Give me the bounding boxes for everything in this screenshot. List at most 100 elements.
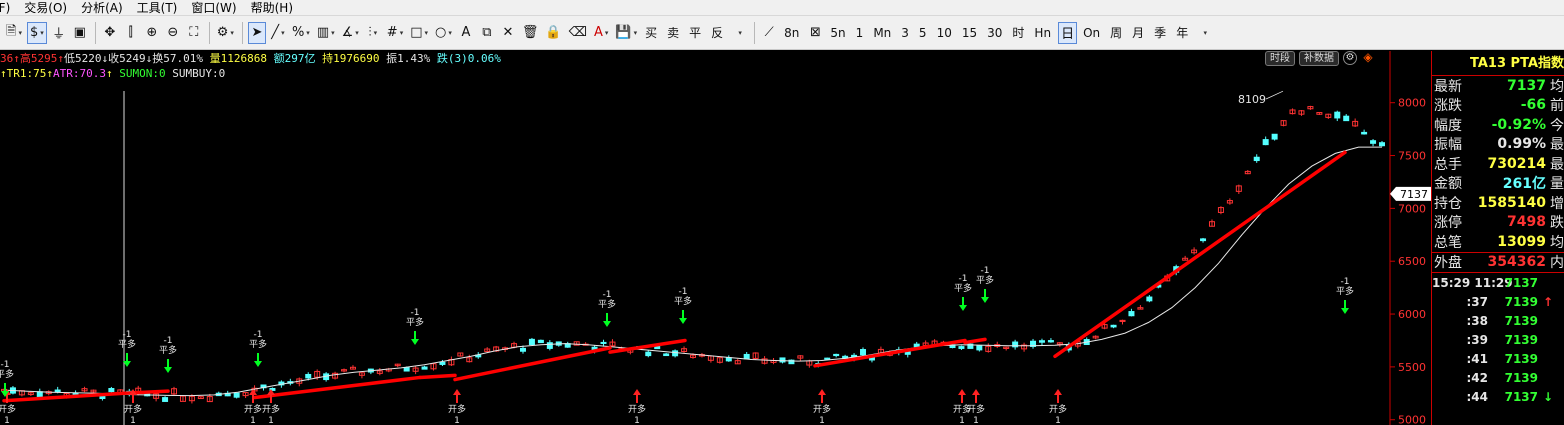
period-day[interactable]: 日 — [1058, 21, 1078, 44]
kline-chart[interactable]: 5000550060006500700075008000开多1开多1开多1开多1… — [0, 51, 1431, 425]
rectangle-icon[interactable]: □ ▾ — [408, 22, 430, 44]
percent-icon[interactable]: % ▾ — [290, 22, 312, 44]
tick-price: 7137 — [1504, 389, 1538, 404]
quote-row: 持仓 1585140 增 — [1432, 193, 1564, 213]
period-week[interactable]: 周 — [1107, 24, 1125, 41]
quote-row: 总手 730214 最 — [1432, 154, 1564, 174]
angle-icon[interactable]: ∡ ▾ — [340, 22, 361, 44]
menu-analysis[interactable]: 分析(A) — [75, 0, 131, 16]
grid-icon[interactable]: # ▾ — [385, 22, 405, 44]
menu-window[interactable]: 窗口(W) — [185, 0, 244, 16]
chart-line-icon[interactable]: ⟋ — [760, 22, 778, 44]
sell-signal-arrow — [981, 289, 989, 303]
period-5[interactable]: 5 — [916, 26, 930, 40]
menu-tools[interactable]: 工具(T) — [131, 0, 186, 16]
sell-button[interactable]: 卖 — [664, 24, 682, 41]
delete-icon[interactable]: ✕ — [499, 22, 517, 44]
period-season[interactable]: 季 — [1151, 24, 1169, 41]
color-icon[interactable]: A ▾ — [592, 22, 610, 44]
sell-signal-arrow — [679, 310, 687, 324]
sell-signal-label: 平多 — [0, 368, 14, 380]
zoom-in-icon[interactable]: ⊕ — [143, 22, 161, 44]
buy-signal-label: 开多 — [244, 403, 262, 415]
y-tick-label: 6500 — [1398, 255, 1426, 268]
period-1[interactable]: 1 — [853, 26, 867, 40]
atr-value: ATR:70.3 — [53, 67, 106, 80]
period-more-icon[interactable]: ▾ — [1195, 22, 1213, 44]
settings-icon[interactable]: ⚙ ▾ — [215, 22, 236, 44]
period-year[interactable]: 年 — [1173, 24, 1191, 41]
candle-body — [305, 373, 312, 379]
menu-help[interactable]: 帮助(H) — [245, 0, 301, 16]
period-8n[interactable]: 8n — [781, 26, 802, 40]
sell-signal-arrow — [959, 297, 967, 311]
tick-price: 7139 — [1504, 332, 1538, 347]
settings-circle-icon[interactable]: ⚙ — [1343, 51, 1357, 65]
tick-time: :41 — [1466, 351, 1489, 366]
chart-box-icon[interactable]: ⊠ — [806, 22, 824, 44]
buy-button[interactable]: 买 — [642, 24, 660, 41]
high-value: 高5295 — [19, 52, 58, 65]
quote-extra: 量 — [1550, 176, 1564, 193]
period-on[interactable]: On — [1080, 26, 1103, 40]
candle-body — [537, 339, 544, 344]
document-icon[interactable]: 🗎 ▾ — [4, 22, 24, 44]
quote-label: 总笔 — [1434, 234, 1462, 251]
sell-signal-qty: -1 — [254, 330, 263, 340]
current-price-label: 7137 — [1400, 188, 1428, 201]
copy-icon[interactable]: ⧉ — [478, 22, 496, 44]
period-5n[interactable]: 5n — [827, 26, 848, 40]
low-value: 低5220 — [64, 52, 102, 65]
trash-icon[interactable]: 🗑 — [520, 22, 541, 44]
period-30[interactable]: 30 — [984, 26, 1005, 40]
quote-value: 1585140 — [1477, 194, 1546, 211]
toolbar: 🗎 ▾ $ ▾ ⏚ ▣ ✥ ⫿ ⊕ ⊖ ⛶ ⚙ ▾ ➤ ╱ ▾ % ▾ ▥ ▾ ∡ ▾ ⫶ ▾ … — [0, 16, 1564, 50]
buy-signal-qty: 1 — [634, 416, 640, 425]
supplement-data-button[interactable]: 补数据 — [1299, 51, 1339, 66]
vertical-bar-icon[interactable]: ⫿ — [122, 22, 140, 44]
fib-icon[interactable]: ⫶ ▾ — [364, 22, 382, 44]
trend-line — [1053, 150, 1347, 359]
circle-icon[interactable]: ○ ▾ — [433, 22, 454, 44]
candle-body — [1128, 311, 1135, 317]
period-3[interactable]: 3 — [898, 26, 912, 40]
text-icon[interactable]: A — [457, 22, 475, 44]
fullscreen-icon[interactable]: ⛶ — [185, 22, 203, 44]
candle-body — [108, 388, 115, 393]
reverse-button[interactable]: 反 — [708, 24, 726, 41]
period-hour[interactable]: 时 — [1009, 24, 1027, 41]
period-15[interactable]: 15 — [959, 26, 980, 40]
tick-arrow: ↑ — [1542, 294, 1554, 309]
time-period-button[interactable]: 时段 — [1265, 51, 1295, 66]
period-10[interactable]: 10 — [934, 26, 955, 40]
tick-price: 7139 — [1504, 370, 1538, 385]
menu-trade[interactable]: 交易(O) — [18, 0, 75, 16]
sell-signal-qty: -1 — [679, 287, 688, 297]
buy-signal-qty: 1 — [4, 416, 10, 425]
buy-signal-qty: 1 — [819, 416, 825, 425]
save-icon[interactable]: 💾 ▾ — [613, 22, 639, 44]
period-month[interactable]: 月 — [1129, 24, 1147, 41]
inner-label: 内 — [1550, 255, 1564, 272]
chart-window-icon[interactable]: ▣ — [71, 22, 89, 44]
more-icon[interactable]: ▾ — [730, 22, 748, 44]
zoom-out-icon[interactable]: ⊖ — [164, 22, 182, 44]
line-tool-icon[interactable]: ╱ ▾ — [269, 22, 287, 44]
buy-signal-qty: 1 — [250, 416, 256, 425]
eraser-icon[interactable]: ⌫ — [567, 22, 589, 44]
move-icon[interactable]: ✥ — [101, 22, 119, 44]
quote-label: 幅度 — [1434, 117, 1462, 134]
filter-icon[interactable]: ⏚ — [50, 22, 68, 44]
close-position-button[interactable]: 平 — [686, 24, 704, 41]
period-hn[interactable]: Hn — [1031, 26, 1054, 40]
amplitude-value: 振1.43% — [386, 52, 431, 65]
period-mn[interactable]: Mn — [870, 26, 894, 40]
menu-file[interactable]: 文件(F) — [0, 0, 18, 16]
cursor-icon[interactable]: ➤ — [247, 21, 266, 44]
ruler-icon[interactable]: ▥ ▾ — [315, 22, 337, 44]
candle-body — [421, 366, 428, 370]
warning-icon[interactable]: ◈ — [1361, 51, 1375, 65]
dollar-icon[interactable]: $ ▾ — [26, 21, 47, 44]
candle-body — [546, 342, 553, 349]
lock-icon[interactable]: 🔒 — [543, 22, 563, 44]
